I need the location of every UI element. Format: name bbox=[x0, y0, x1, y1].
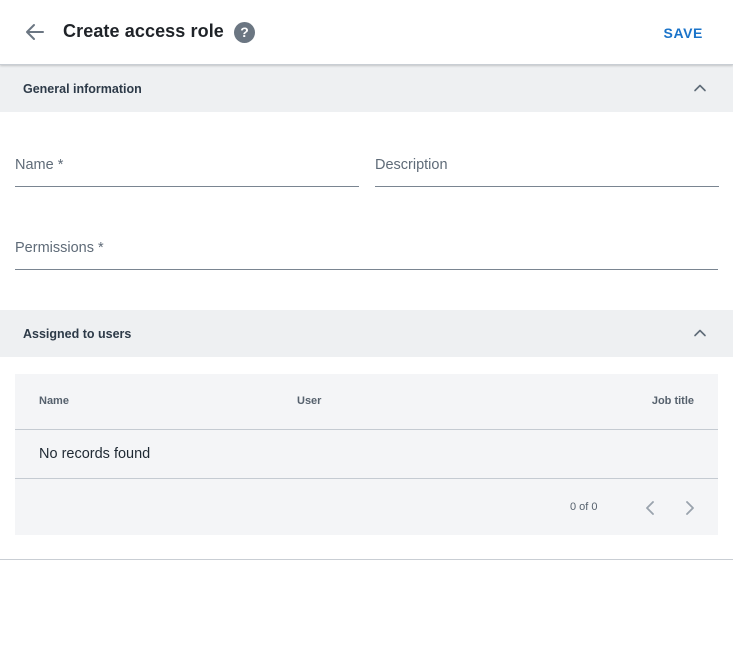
permissions-field[interactable]: Permissions * bbox=[15, 240, 718, 270]
permissions-field-label: Permissions * bbox=[15, 240, 104, 256]
empty-state-row: No records found bbox=[15, 430, 718, 479]
section-title: Assigned to users bbox=[23, 327, 132, 341]
section-title: General information bbox=[23, 82, 142, 96]
chevron-up-icon[interactable] bbox=[693, 326, 707, 340]
top-app-bar: Create access role ? SAVE bbox=[0, 0, 733, 65]
name-field-label: Name * bbox=[15, 157, 64, 173]
table-header: Name User Job title bbox=[15, 374, 718, 430]
general-information-header[interactable]: General information bbox=[0, 65, 733, 112]
empty-state-text: No records found bbox=[39, 446, 151, 462]
column-header-user[interactable]: User bbox=[297, 395, 321, 407]
assigned-users-table: Name User Job title No records found 0 o… bbox=[15, 374, 718, 535]
chevron-right-icon[interactable] bbox=[682, 499, 698, 517]
chevron-up-icon[interactable] bbox=[693, 81, 707, 95]
divider bbox=[0, 559, 733, 560]
description-field[interactable]: Description bbox=[375, 157, 719, 187]
arrow-back-icon bbox=[26, 24, 44, 40]
chevron-left-icon[interactable] bbox=[642, 499, 658, 517]
back-button[interactable] bbox=[22, 20, 48, 44]
save-button[interactable]: SAVE bbox=[664, 25, 704, 41]
column-header-job-title[interactable]: Job title bbox=[652, 395, 694, 407]
column-header-name[interactable]: Name bbox=[39, 395, 69, 407]
description-field-label: Description bbox=[375, 157, 448, 173]
help-circle-icon[interactable]: ? bbox=[234, 22, 255, 43]
pagination-range: 0 of 0 bbox=[570, 501, 598, 513]
name-field[interactable]: Name * bbox=[15, 157, 359, 187]
page-title: Create access role bbox=[63, 21, 224, 41]
assigned-to-users-header[interactable]: Assigned to users bbox=[0, 310, 733, 357]
